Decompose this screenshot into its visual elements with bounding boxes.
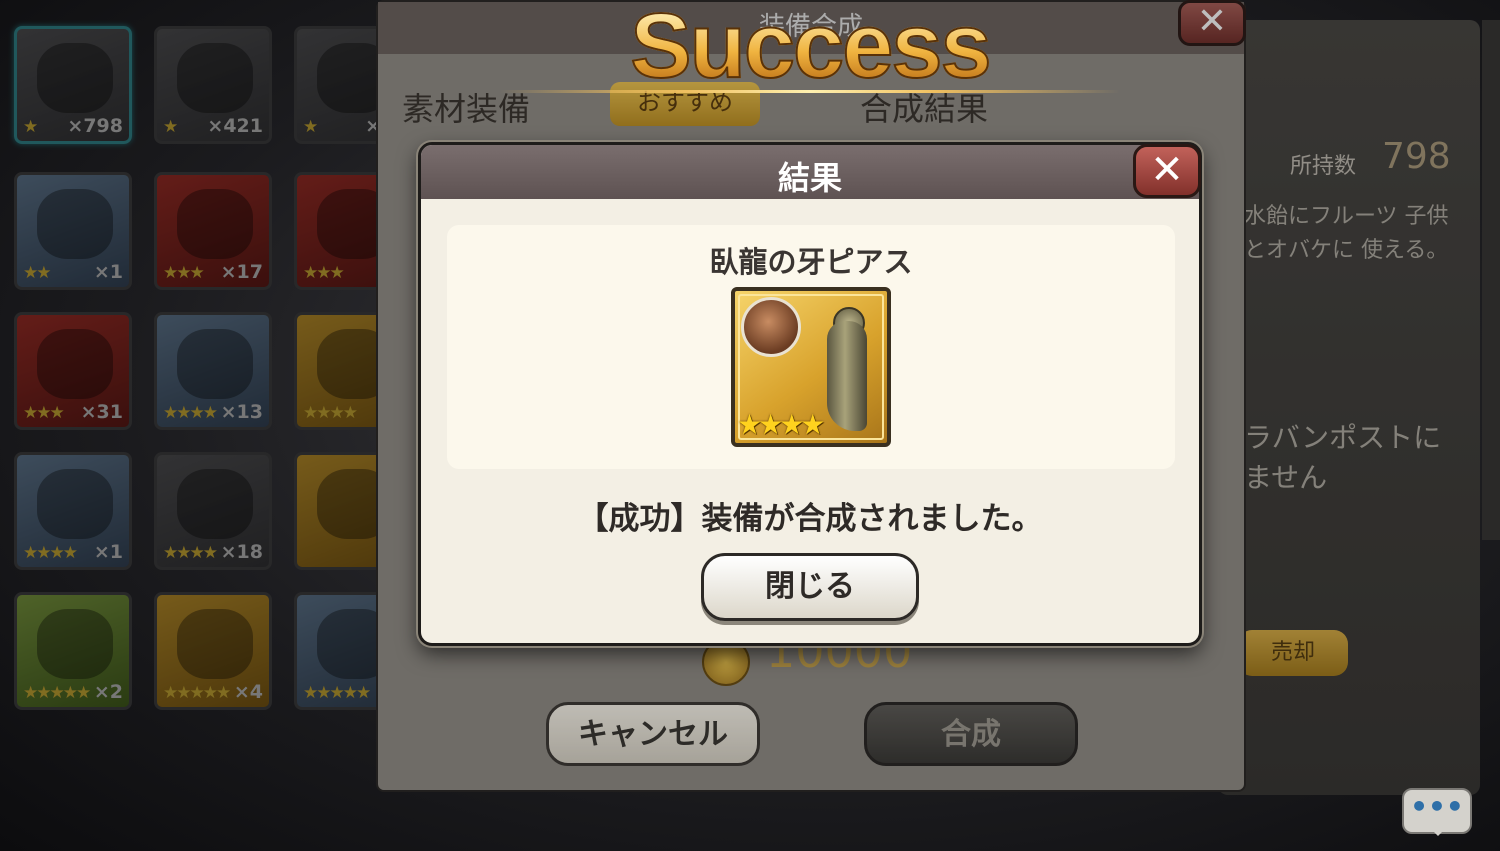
slot-count: ×2 [93, 681, 123, 703]
item-info-panel: 所持数 798 水飴にフルーツ 子供とオバケに 使える。 ラバンポストに ません… [1218, 20, 1480, 795]
slot-stars: ★★★★ [303, 403, 358, 423]
slot-count: ×17 [220, 261, 263, 283]
fang-earring-body [827, 321, 867, 431]
stone-icon [177, 189, 253, 259]
stone-icon [37, 189, 113, 259]
candy-icon [37, 43, 113, 113]
character-portrait-icon [741, 297, 801, 357]
item-stars: ★★★★ [737, 408, 825, 441]
item-description: 水飴にフルーツ 子供とオバケに 使える。 [1244, 204, 1449, 263]
crystal-icon [177, 469, 253, 539]
armor-icon [37, 609, 113, 679]
slot-stars: ★★★★ [163, 543, 218, 563]
result-message: 【成功】装備が合成されました。 [577, 501, 1043, 537]
gold-bar-icon [37, 329, 113, 399]
inventory-slot[interactable]: ★★★★★ ×4 [154, 592, 272, 710]
slot-stars: ★★★★ [23, 543, 78, 563]
slot-stars: ★★★★★ [23, 683, 91, 703]
inventory-slot[interactable]: ★★★★★ ×2 [14, 592, 132, 710]
close-button[interactable]: 閉じる [701, 553, 919, 621]
item-note: ラバンポストに ません [1244, 421, 1442, 494]
earring-icon[interactable]: ★★★★ [731, 287, 891, 447]
slot-stars: ★★★★ [163, 403, 218, 423]
gold-bars-icon [177, 329, 253, 399]
slot-count: ×798 [67, 115, 123, 137]
slot-stars: ★★★★★ [303, 683, 371, 703]
slot-count: ×31 [80, 401, 123, 423]
slot-stars: ★★★★★ [163, 683, 231, 703]
dialog-close-button[interactable]: ✕ [1133, 144, 1201, 198]
result-item-name: 臥龍の牙ピアス [709, 245, 913, 279]
owned-label: 所持数 [1290, 154, 1357, 179]
inventory-slot[interactable]: ★★★★ ×13 [154, 312, 272, 430]
chat-bubble-icon[interactable]: ••• [1402, 788, 1472, 836]
slot-count: ×1 [93, 541, 123, 563]
inventory-slot[interactable]: ★★★★ ×1 [14, 452, 132, 570]
slot-stars: ★★ [23, 263, 52, 283]
slot-stars: ★★★ [303, 263, 345, 283]
slot-stars: ★★★ [23, 403, 65, 423]
inventory-slot[interactable]: ★★★ ×31 [14, 312, 132, 430]
inventory-grid: ★ ×798 ★ ×421 ★ ×1( ★★ ×1 ★★★ ×17 ★★★ ★★… [14, 26, 412, 716]
slot-count: ×18 [220, 541, 263, 563]
slot-stars: ★ [163, 117, 178, 137]
side-panel-edge [1482, 20, 1500, 540]
dialog-title: 結果 [777, 159, 842, 197]
result-item-card: 臥龍の牙ピアス ★★★★ [447, 225, 1175, 469]
inventory-slot[interactable]: ★★★ ×17 [154, 172, 272, 290]
hat-icon [177, 43, 253, 113]
slot-stars: ★ [303, 117, 318, 137]
slot-count: ×13 [220, 401, 263, 423]
slot-stars: ★ [23, 117, 38, 137]
sell-button[interactable]: 売却 [1238, 630, 1348, 676]
success-banner: Success [600, 0, 1020, 99]
hammer-icon [37, 469, 113, 539]
synthesis-close-button[interactable]: ✕ [1178, 0, 1246, 46]
combine-button[interactable]: 合成 [864, 702, 1078, 766]
dialog-header: 結果 [421, 145, 1199, 199]
slot-stars: ★★★ [163, 263, 205, 283]
helmet-icon [177, 609, 253, 679]
inventory-slot[interactable]: ★ ×798 [14, 26, 132, 144]
cancel-button[interactable]: キャンセル [546, 702, 760, 766]
inventory-slot[interactable]: ★★ ×1 [14, 172, 132, 290]
owned-value: 798 [1382, 136, 1451, 177]
slot-count: ×421 [207, 115, 263, 137]
inventory-slot[interactable]: ★★★★ ×18 [154, 452, 272, 570]
slot-count: ×4 [233, 681, 263, 703]
slot-count: ×1 [93, 261, 123, 283]
result-dialog: 結果 ✕ 臥龍の牙ピアス ★★★★ 【成功】装備が合成されました。 閉じる [418, 142, 1202, 646]
inventory-slot[interactable]: ★ ×421 [154, 26, 272, 144]
